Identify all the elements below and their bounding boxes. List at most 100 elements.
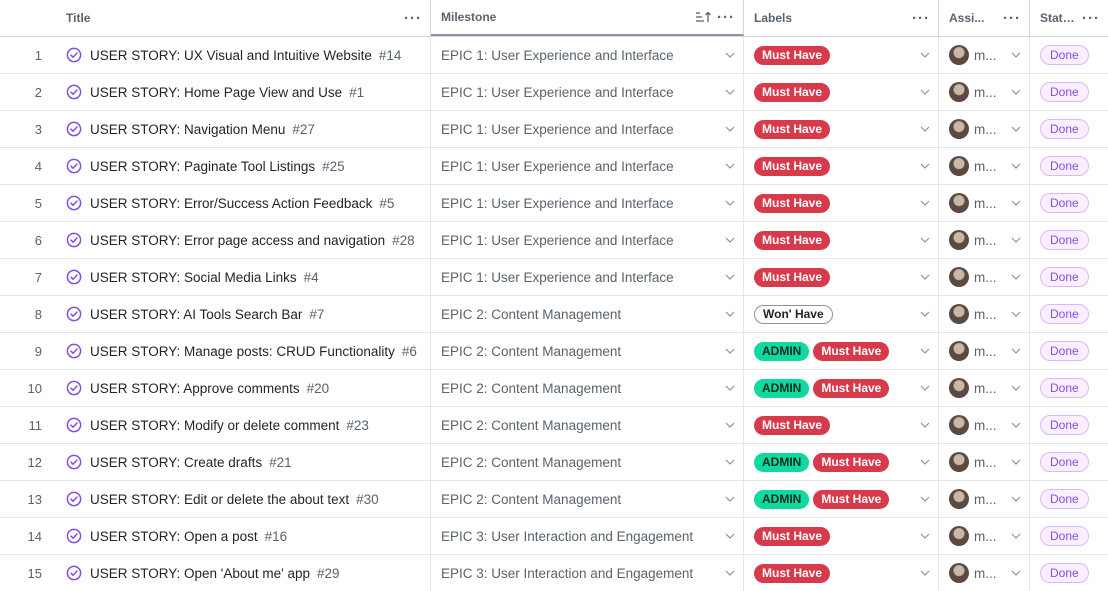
status-cell[interactable]: Done — [1030, 296, 1108, 332]
chevron-down-icon[interactable] — [1011, 311, 1021, 317]
label-must-have[interactable]: Must Have — [813, 341, 890, 361]
table-row[interactable]: 2 USER STORY: Home Page View and Use #1 … — [0, 74, 1108, 111]
table-row[interactable]: 7 USER STORY: Social Media Links #4 EPIC… — [0, 259, 1108, 296]
chevron-down-icon[interactable] — [1011, 348, 1021, 354]
assignees-cell[interactable]: m... — [939, 407, 1030, 443]
milestone-cell[interactable]: EPIC 1: User Experience and Interface — [431, 74, 744, 110]
table-row[interactable]: 15 USER STORY: Open 'About me' app #29 E… — [0, 555, 1108, 591]
chevron-down-icon[interactable] — [725, 422, 735, 428]
table-row[interactable]: 6 USER STORY: Error page access and navi… — [0, 222, 1108, 259]
chevron-down-icon[interactable] — [920, 496, 930, 502]
column-header-status[interactable]: Status ··· — [1030, 0, 1108, 36]
issue-title[interactable]: USER STORY: Home Page View and Use — [90, 85, 342, 100]
assignees-cell[interactable]: m... — [939, 185, 1030, 221]
chevron-down-icon[interactable] — [1011, 422, 1021, 428]
chevron-down-icon[interactable] — [725, 385, 735, 391]
column-assignees-menu-icon[interactable]: ··· — [1003, 11, 1021, 26]
chevron-down-icon[interactable] — [920, 200, 930, 206]
label-wont-have[interactable]: Won' Have — [754, 304, 833, 324]
title-cell[interactable]: USER STORY: Navigation Menu #27 — [56, 111, 431, 147]
chevron-down-icon[interactable] — [920, 570, 930, 576]
label-must-have[interactable]: Must Have — [754, 563, 831, 583]
title-cell[interactable]: USER STORY: Error page access and naviga… — [56, 222, 431, 258]
assignees-cell[interactable]: m... — [939, 333, 1030, 369]
labels-cell[interactable]: Must Have — [744, 222, 939, 258]
table-row[interactable]: 5 USER STORY: Error/Success Action Feedb… — [0, 185, 1108, 222]
table-row[interactable]: 12 USER STORY: Create drafts #21 EPIC 2:… — [0, 444, 1108, 481]
milestone-cell[interactable]: EPIC 3: User Interaction and Engagement — [431, 518, 744, 554]
chevron-down-icon[interactable] — [920, 52, 930, 58]
label-must-have[interactable]: Must Have — [754, 156, 831, 176]
label-must-have[interactable]: Must Have — [754, 119, 831, 139]
issue-title[interactable]: USER STORY: Open 'About me' app — [90, 566, 310, 581]
title-cell[interactable]: USER STORY: Paginate Tool Listings #25 — [56, 148, 431, 184]
chevron-down-icon[interactable] — [1011, 496, 1021, 502]
title-cell[interactable]: USER STORY: Home Page View and Use #1 — [56, 74, 431, 110]
status-cell[interactable]: Done — [1030, 370, 1108, 406]
column-header-labels[interactable]: Labels ··· — [744, 0, 939, 36]
status-cell[interactable]: Done — [1030, 555, 1108, 591]
status-cell[interactable]: Done — [1030, 111, 1108, 147]
issue-title[interactable]: USER STORY: Create drafts — [90, 455, 262, 470]
issue-title[interactable]: USER STORY: Social Media Links — [90, 270, 297, 285]
labels-cell[interactable]: Must Have — [744, 74, 939, 110]
status-badge[interactable]: Done — [1040, 119, 1089, 139]
column-milestone-menu-icon[interactable]: ··· — [717, 10, 735, 25]
chevron-down-icon[interactable] — [725, 459, 735, 465]
chevron-down-icon[interactable] — [725, 52, 735, 58]
column-header-milestone[interactable]: Milestone ··· — [431, 0, 744, 36]
label-must-have[interactable]: Must Have — [813, 489, 890, 509]
chevron-down-icon[interactable] — [1011, 570, 1021, 576]
issue-title[interactable]: USER STORY: Edit or delete the about tex… — [90, 492, 349, 507]
assignees-cell[interactable]: m... — [939, 518, 1030, 554]
assignees-cell[interactable]: m... — [939, 222, 1030, 258]
chevron-down-icon[interactable] — [1011, 200, 1021, 206]
column-header-assignees[interactable]: Assi... ··· — [939, 0, 1030, 36]
milestone-cell[interactable]: EPIC 1: User Experience and Interface — [431, 185, 744, 221]
assignees-cell[interactable]: m... — [939, 296, 1030, 332]
milestone-cell[interactable]: EPIC 2: Content Management — [431, 296, 744, 332]
labels-cell[interactable]: Must Have — [744, 518, 939, 554]
status-badge[interactable]: Done — [1040, 156, 1089, 176]
title-cell[interactable]: USER STORY: Error/Success Action Feedbac… — [56, 185, 431, 221]
issue-title[interactable]: USER STORY: Manage posts: CRUD Functiona… — [90, 344, 395, 359]
labels-cell[interactable]: Must Have — [744, 37, 939, 73]
chevron-down-icon[interactable] — [920, 89, 930, 95]
chevron-down-icon[interactable] — [1011, 126, 1021, 132]
chevron-down-icon[interactable] — [920, 533, 930, 539]
table-row[interactable]: 14 USER STORY: Open a post #16 EPIC 3: U… — [0, 518, 1108, 555]
status-badge[interactable]: Done — [1040, 230, 1089, 250]
assignees-cell[interactable]: m... — [939, 444, 1030, 480]
labels-cell[interactable]: Must Have — [744, 111, 939, 147]
status-badge[interactable]: Done — [1040, 526, 1089, 546]
milestone-cell[interactable]: EPIC 1: User Experience and Interface — [431, 259, 744, 295]
issue-title[interactable]: USER STORY: Error/Success Action Feedbac… — [90, 196, 372, 211]
status-cell[interactable]: Done — [1030, 37, 1108, 73]
column-labels-menu-icon[interactable]: ··· — [912, 11, 930, 26]
labels-cell[interactable]: ADMIN Must Have — [744, 444, 939, 480]
title-cell[interactable]: USER STORY: Create drafts #21 — [56, 444, 431, 480]
label-admin[interactable]: ADMIN — [754, 489, 810, 509]
title-cell[interactable]: USER STORY: Open 'About me' app #29 — [56, 555, 431, 591]
issue-title[interactable]: USER STORY: UX Visual and Intuitive Webs… — [90, 48, 372, 63]
status-cell[interactable]: Done — [1030, 74, 1108, 110]
status-cell[interactable]: Done — [1030, 444, 1108, 480]
label-admin[interactable]: ADMIN — [754, 378, 810, 398]
title-cell[interactable]: USER STORY: Modify or delete comment #23 — [56, 407, 431, 443]
chevron-down-icon[interactable] — [920, 348, 930, 354]
labels-cell[interactable]: Won' Have — [744, 296, 939, 332]
table-row[interactable]: 13 USER STORY: Edit or delete the about … — [0, 481, 1108, 518]
chevron-down-icon[interactable] — [1011, 89, 1021, 95]
table-row[interactable]: 1 USER STORY: UX Visual and Intuitive We… — [0, 37, 1108, 74]
title-cell[interactable]: USER STORY: Manage posts: CRUD Functiona… — [56, 333, 431, 369]
status-badge[interactable]: Done — [1040, 378, 1089, 398]
column-header-title[interactable]: Title ··· — [56, 0, 431, 36]
column-title-menu-icon[interactable]: ··· — [404, 11, 422, 26]
label-must-have[interactable]: Must Have — [813, 452, 890, 472]
labels-cell[interactable]: ADMIN Must Have — [744, 481, 939, 517]
chevron-down-icon[interactable] — [1011, 533, 1021, 539]
chevron-down-icon[interactable] — [920, 459, 930, 465]
issue-title[interactable]: USER STORY: Modify or delete comment — [90, 418, 339, 433]
status-badge[interactable]: Done — [1040, 304, 1089, 324]
chevron-down-icon[interactable] — [920, 237, 930, 243]
